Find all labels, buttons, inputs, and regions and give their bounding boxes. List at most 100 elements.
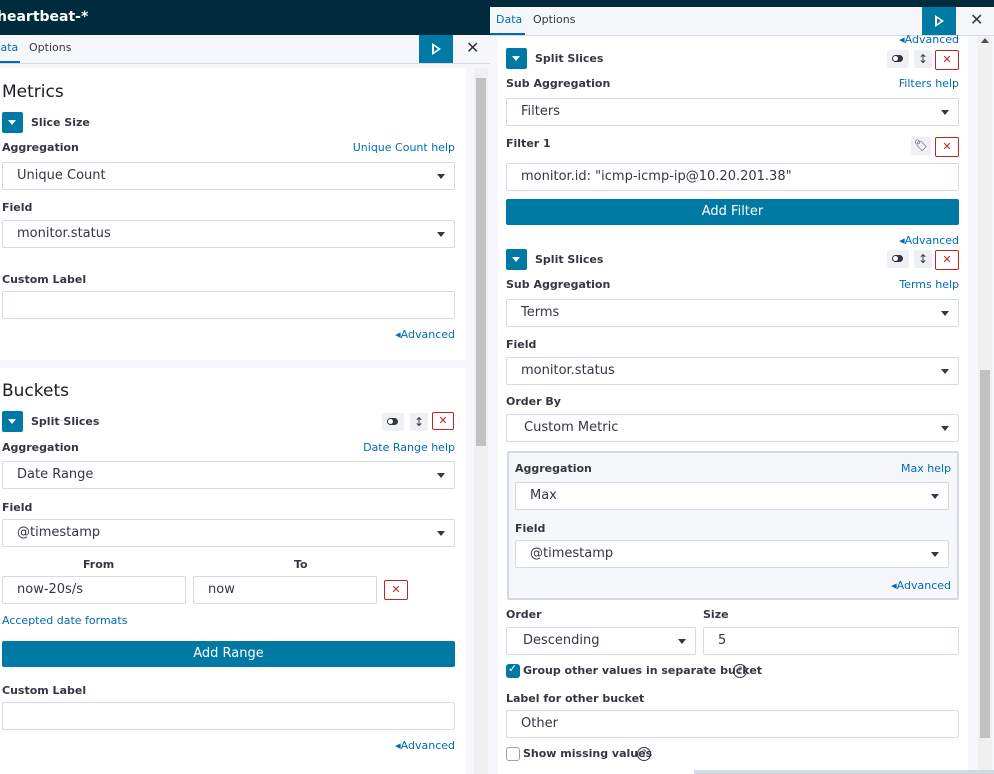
order-value: Descending bbox=[523, 633, 600, 648]
bucket-field-select[interactable]: @timestamp bbox=[2, 519, 455, 547]
other-bucket-value: Other bbox=[521, 716, 558, 731]
help-icon[interactable]: ? bbox=[733, 664, 747, 678]
advanced-toggle[interactable]: ◂Advanced bbox=[899, 33, 959, 46]
buckets-title: Buckets bbox=[2, 381, 70, 401]
close-icon[interactable]: ✕ bbox=[970, 10, 983, 29]
drag-handle-icon[interactable]: ↕ bbox=[914, 250, 932, 268]
drag-handle-icon[interactable]: ↕ bbox=[914, 50, 932, 68]
aggregation-select-value: Unique Count bbox=[17, 168, 106, 183]
toggle-bucket-icon[interactable] bbox=[2, 411, 23, 432]
chevron-down-icon bbox=[678, 639, 686, 644]
add-range-button[interactable]: Add Range bbox=[2, 641, 455, 667]
close-icon[interactable]: ✕ bbox=[466, 38, 479, 57]
size-input[interactable]: 5 bbox=[703, 627, 959, 655]
advanced-label: Advanced bbox=[904, 33, 959, 46]
chevron-down-icon bbox=[941, 311, 949, 316]
remove-range-button[interactable]: ✕ bbox=[384, 580, 408, 600]
advanced-label: Advanced bbox=[400, 739, 455, 752]
chevron-down-icon bbox=[437, 232, 445, 237]
toggle-split-icon[interactable] bbox=[506, 48, 527, 69]
tab-data-underline bbox=[490, 33, 525, 35]
other-bucket-input[interactable]: Other bbox=[506, 710, 959, 738]
sub-aggregation-select[interactable]: Terms bbox=[506, 299, 959, 327]
range-from-input[interactable]: now-20s/s bbox=[2, 576, 186, 604]
remove-bucket-button[interactable]: ✕ bbox=[432, 412, 454, 430]
advanced-toggle[interactable]: ◂Advanced bbox=[899, 234, 959, 247]
aggregation-label: Aggregation bbox=[2, 141, 79, 154]
sub-aggregation-help-link[interactable]: Terms help bbox=[899, 278, 959, 291]
advanced-toggle[interactable]: ◂Advanced bbox=[395, 739, 455, 752]
remove-split-button[interactable]: ✕ bbox=[935, 50, 959, 70]
inner-aggregation-value: Max bbox=[530, 488, 557, 503]
bottom-strip bbox=[694, 770, 994, 774]
inner-aggregation-select[interactable]: Max bbox=[515, 482, 949, 510]
range-to-value: now bbox=[208, 582, 235, 597]
advanced-label: Advanced bbox=[400, 328, 455, 341]
index-pattern-title: heartbeat-* bbox=[0, 9, 89, 25]
chevron-down-icon bbox=[931, 552, 939, 557]
aggregation-select[interactable]: Unique Count bbox=[2, 162, 455, 190]
bucket-aggregation-select[interactable]: Date Range bbox=[2, 461, 455, 489]
tab-options[interactable]: Options bbox=[533, 13, 575, 26]
field-select[interactable]: monitor.status bbox=[2, 220, 455, 248]
chevron-down-icon bbox=[941, 426, 949, 431]
remove-split-button[interactable]: ✕ bbox=[935, 250, 959, 270]
index-pattern-header: heartbeat-* bbox=[0, 0, 490, 35]
field-select-value: monitor.status bbox=[17, 226, 111, 241]
metrics-card: Metrics Slice Size Aggregation Unique Co… bbox=[0, 68, 466, 360]
advanced-toggle[interactable]: ◂Advanced bbox=[395, 328, 455, 341]
toggle-split-icon[interactable] bbox=[506, 249, 527, 270]
remove-filter-button[interactable]: ✕ bbox=[935, 137, 959, 157]
add-filter-button[interactable]: Add Filter bbox=[506, 199, 959, 225]
size-label: Size bbox=[703, 608, 729, 621]
tag-icon[interactable]: 🏷 bbox=[911, 137, 931, 155]
advanced-toggle[interactable]: ◂Advanced bbox=[891, 579, 951, 592]
size-value: 5 bbox=[718, 633, 727, 648]
advanced-label: Advanced bbox=[904, 234, 959, 247]
to-label: To bbox=[294, 558, 308, 571]
metric-agg-title: Slice Size bbox=[31, 116, 90, 129]
inner-aggregation-label: Aggregation bbox=[515, 462, 592, 475]
aggregation-help-link[interactable]: Date Range help bbox=[363, 441, 455, 454]
field-select[interactable]: monitor.status bbox=[506, 357, 959, 385]
toggle-enable-icon[interactable] bbox=[887, 50, 909, 68]
inner-field-select[interactable]: @timestamp bbox=[515, 540, 949, 568]
inner-aggregation-help-link[interactable]: Max help bbox=[901, 462, 951, 475]
help-icon[interactable]: ? bbox=[637, 747, 651, 761]
right-content: ◂Advanced Split Slices ↕ ✕ Sub Aggregati… bbox=[498, 33, 968, 774]
group-other-label: Group other values in separate bucket bbox=[523, 664, 763, 677]
custom-label-input[interactable] bbox=[2, 291, 455, 319]
toggle-enable-icon[interactable] bbox=[887, 250, 909, 268]
bucket-custom-label-input[interactable] bbox=[2, 702, 455, 730]
apply-changes-button[interactable] bbox=[922, 7, 956, 35]
tab-options[interactable]: Options bbox=[29, 41, 71, 54]
scroll-up-arrow-icon[interactable] bbox=[981, 38, 989, 43]
show-missing-checkbox[interactable] bbox=[506, 747, 520, 761]
custom-label-label: Custom Label bbox=[2, 273, 87, 286]
tab-data[interactable]: Data bbox=[0, 41, 18, 54]
order-select[interactable]: Descending bbox=[506, 627, 696, 655]
sub-aggregation-help-link[interactable]: Filters help bbox=[899, 77, 959, 90]
aggregation-help-link[interactable]: Unique Count help bbox=[353, 141, 455, 154]
group-other-checkbox[interactable]: ✓ bbox=[506, 662, 520, 678]
right-panel-top-border bbox=[490, 0, 994, 7]
drag-handle-icon[interactable]: ↕ bbox=[410, 413, 428, 431]
tab-data[interactable]: Data bbox=[496, 13, 522, 26]
sub-aggregation-select[interactable]: Filters bbox=[506, 98, 959, 126]
left-panel: heartbeat-* Data Options ✕ Metrics Slice… bbox=[0, 0, 490, 774]
apply-changes-button[interactable] bbox=[419, 35, 453, 63]
filter-input[interactable]: monitor.id: "icmp-icmp-ip@10.20.201.38" bbox=[506, 163, 959, 191]
order-by-value: Custom Metric bbox=[524, 420, 619, 435]
toggle-enable-icon[interactable] bbox=[382, 413, 404, 431]
order-by-select[interactable]: Custom Metric bbox=[506, 414, 959, 442]
right-scrollbar-thumb[interactable] bbox=[980, 370, 990, 738]
left-scrollbar-thumb[interactable] bbox=[476, 78, 486, 446]
right-tab-bar: Data Options ✕ bbox=[490, 7, 994, 36]
toggle-metric-icon[interactable] bbox=[2, 112, 23, 133]
field-label: Field bbox=[2, 501, 33, 514]
chevron-down-icon bbox=[931, 494, 939, 499]
field-label: Field bbox=[506, 338, 537, 351]
range-to-input[interactable]: now bbox=[193, 576, 377, 604]
order-label: Order bbox=[506, 608, 542, 621]
date-formats-link[interactable]: Accepted date formats bbox=[2, 614, 127, 627]
